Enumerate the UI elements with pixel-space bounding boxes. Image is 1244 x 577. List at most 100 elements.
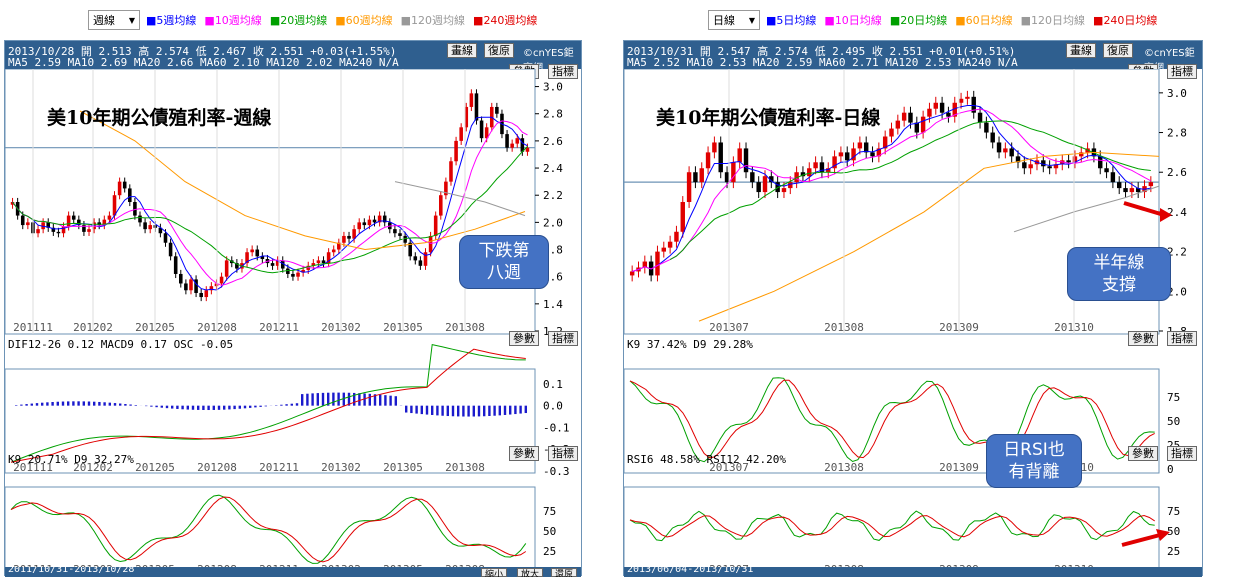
candle-body <box>984 122 989 133</box>
candle-body <box>255 249 260 257</box>
daily-ma-line: MA5 2.52 MA10 2.53 MA20 2.59 MA60 2.71 M… <box>627 56 1018 69</box>
candle-body <box>762 176 768 193</box>
candle-body <box>895 120 901 129</box>
candle-body <box>1003 148 1008 153</box>
candle-body <box>705 152 711 169</box>
candle-body <box>138 215 142 223</box>
legend-label: 20日均線 <box>900 14 948 27</box>
index-button[interactable]: 指標 <box>1167 331 1197 346</box>
candle-body <box>674 231 679 242</box>
candle-body <box>143 222 147 230</box>
macd-tick-label: -0.3 <box>543 465 570 478</box>
candle-body <box>296 272 300 277</box>
index-button[interactable]: 指標 <box>548 446 578 461</box>
bubble-line: 日RSI也 <box>1003 440 1065 460</box>
reset-button[interactable]: 復原 <box>484 43 514 58</box>
candle-body <box>667 241 673 248</box>
y-tick-label: 2.2 <box>543 189 563 202</box>
legend-label: 20週均線 <box>280 14 328 27</box>
bubble-line: 有背離 <box>1008 462 1060 482</box>
candle-body <box>750 172 755 183</box>
kd-header: K9 20.71% D9 32.27% 參數 指標 <box>5 446 581 466</box>
period-select-value: 週線 <box>93 14 115 27</box>
y-tick-label: 2.8 <box>1167 127 1187 140</box>
candle-body <box>510 143 514 148</box>
candle-body <box>398 233 402 236</box>
daily-support-bubble: 半年線 支撐 <box>1067 247 1171 301</box>
x-tick-label: 201302 <box>321 461 361 474</box>
candle-body <box>439 195 443 216</box>
candle-body <box>1066 160 1071 163</box>
bubble-line: 下跌第 <box>478 241 530 261</box>
rsi-header: RSI6 48.58% RSI12 42.20% 參數 指標 <box>624 446 1202 466</box>
candle-body <box>26 222 30 226</box>
candle-body <box>958 98 964 103</box>
y-tick-label: 1.4 <box>543 298 563 311</box>
period-select-left[interactable]: 週線 ▼ <box>88 10 140 30</box>
draw-line-button[interactable]: 畫線 <box>447 43 477 58</box>
candle-body <box>362 222 367 226</box>
legend-label: 5週均線 <box>156 14 197 27</box>
candle-body <box>1022 162 1027 169</box>
candle-body <box>977 112 983 123</box>
rsi-values: RSI6 48.58% RSI12 42.20% <box>627 453 786 466</box>
weekly-chart-svg: 1.21.41.61.82.02.22.42.62.83.02011112012… <box>5 69 570 575</box>
candle-body <box>433 215 438 236</box>
index-button[interactable]: 指標 <box>1167 446 1197 461</box>
legend-label: 5日均線 <box>776 14 817 27</box>
macd-values: DIF12-26 0.12 MACD9 0.17 OSC -0.05 <box>8 338 234 351</box>
x-tick-label: 201205 <box>135 461 175 474</box>
param-button[interactable]: 參數 <box>1128 446 1158 461</box>
weekly-info-header: 2013/10/28 開 2.513 高 2.574 低 2.467 收 2.5… <box>5 41 581 79</box>
param-button[interactable]: 參數 <box>1128 331 1158 346</box>
candle-body <box>838 152 844 157</box>
candle-body <box>946 112 951 117</box>
kd-tick-label: 50 <box>1167 415 1180 428</box>
candle-body <box>1047 166 1052 169</box>
kd-values: K9 37.42% D9 29.28% <box>627 338 753 351</box>
kd-tick-label: 25 <box>543 545 556 558</box>
right-toolbar: 日線 ▼ ■5日均線 ■10日均線 ■20日均線 ■60日均線 ■120日均線 ■… <box>708 0 1165 40</box>
weekly-chart-title: 美10年期公債殖利率-週線 <box>47 107 272 129</box>
candle-body <box>479 120 484 139</box>
candle-body <box>939 102 945 113</box>
y-tick-label: 2.4 <box>1167 206 1187 219</box>
candle-body <box>686 172 692 202</box>
candle-body <box>204 290 209 298</box>
legend-label: 10週均線 <box>214 14 262 27</box>
draw-line-button[interactable]: 畫線 <box>1066 43 1096 58</box>
candle-body <box>845 152 850 161</box>
candle-body <box>699 168 704 183</box>
candle-body <box>342 235 346 243</box>
candle-body <box>1110 172 1116 183</box>
reset-button[interactable]: 復原 <box>1103 43 1133 58</box>
rsi-tick-label: 75 <box>1167 505 1180 518</box>
left-toolbar: 週線 ▼ ■5週均線 ■10週均線 ■20週均線 ■60週均線 ■120週均線 ■… <box>88 0 545 40</box>
candle-body <box>413 256 418 261</box>
index-button[interactable]: 指標 <box>548 331 578 346</box>
legend-ma60: ■60週均線 <box>335 14 393 27</box>
macd-header: DIF12-26 0.12 MACD9 0.17 OSC -0.05 參數 指標 <box>5 331 581 351</box>
candle-body <box>629 271 635 276</box>
candle-body <box>128 188 132 202</box>
candle-body <box>66 215 71 227</box>
param-button[interactable]: 參數 <box>509 331 539 346</box>
kd-values: K9 20.71% D9 32.27% <box>8 453 134 466</box>
kd-tick-label: 0 <box>1167 463 1174 476</box>
candle-body <box>71 215 76 220</box>
param-button[interactable]: 參數 <box>509 446 539 461</box>
legend-label: 60週均線 <box>345 14 393 27</box>
candle-body <box>122 181 127 189</box>
candle-body <box>889 128 894 137</box>
candle-body <box>1009 148 1014 157</box>
candle-body <box>224 260 229 277</box>
date-range: 2013/06/04-2013/10/31 <box>627 567 754 575</box>
candle-body <box>1116 182 1122 189</box>
legend-ma5: ■5週均線 <box>146 14 197 27</box>
candle-body <box>87 229 91 232</box>
candle-body <box>712 142 717 153</box>
candle-body <box>173 256 178 274</box>
period-select-right[interactable]: 日線 ▼ <box>708 10 760 30</box>
daily-info-header: 2013/10/31 開 2.547 高 2.574 低 2.495 收 2.5… <box>624 41 1202 79</box>
legend-ma5: ■5日均線 <box>766 14 817 27</box>
